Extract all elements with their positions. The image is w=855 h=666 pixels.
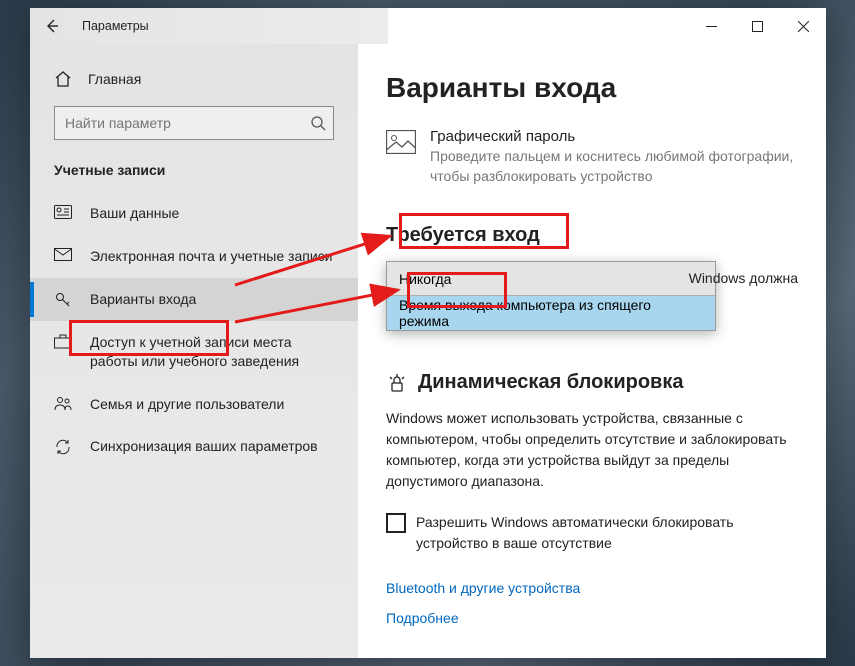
- require-signin-title: Требуется вход: [386, 224, 798, 247]
- sidebar-item-work-access[interactable]: Доступ к учетной записи места работы или…: [30, 321, 358, 383]
- picture-password-row[interactable]: Графический пароль Проведите пальцем и к…: [386, 128, 798, 186]
- maximize-button[interactable]: [734, 8, 780, 44]
- content-pane: Варианты входа Графический пароль Провед…: [358, 44, 826, 658]
- close-icon: [798, 21, 809, 32]
- sidebar-item-label: Варианты входа: [90, 290, 334, 309]
- maximize-icon: [752, 21, 763, 32]
- require-signin-desc-tail: Windows должна: [689, 270, 798, 286]
- sidebar-item-label: Ваши данные: [90, 204, 334, 223]
- back-button[interactable]: [30, 8, 74, 44]
- more-info-link[interactable]: Подробнее: [386, 610, 798, 626]
- page-title: Варианты входа: [386, 72, 798, 104]
- checkbox[interactable]: [386, 513, 406, 533]
- sidebar-item-your-info[interactable]: Ваши данные: [30, 192, 358, 235]
- sidebar-item-label: Доступ к учетной записи места работы или…: [90, 333, 334, 371]
- back-arrow-icon: [44, 18, 60, 34]
- dynamic-lock-icon: [386, 372, 408, 394]
- home-nav[interactable]: Главная: [30, 62, 358, 106]
- sidebar-item-family[interactable]: Семья и другие пользователи: [30, 383, 358, 426]
- desktop-background: Параметры Главная: [0, 0, 855, 666]
- sidebar: Главная Учетные записи Ваши данные Элект…: [30, 44, 358, 658]
- person-card-icon: [54, 205, 72, 219]
- dropdown-option-sleep[interactable]: Время выхода компьютера из спящего режим…: [387, 296, 715, 330]
- sidebar-item-label: Электронная почта и учетные записи: [90, 247, 334, 266]
- picture-password-title: Графический пароль: [430, 128, 798, 145]
- settings-window: Параметры Главная: [30, 8, 826, 658]
- picture-icon: [386, 130, 416, 154]
- dropdown-option-never[interactable]: Никогда: [387, 262, 715, 296]
- dynamic-lock-title: Динамическая блокировка: [418, 371, 683, 394]
- dynamic-lock-checkbox-row[interactable]: Разрешить Windows автоматически блокиров…: [386, 512, 798, 554]
- mail-icon: [54, 248, 72, 261]
- dynamic-lock-desc: Windows может использовать устройства, с…: [386, 408, 798, 492]
- sidebar-item-label: Семья и другие пользователи: [90, 395, 334, 414]
- sidebar-item-sync[interactable]: Синхронизация ваших параметров: [30, 425, 358, 468]
- picture-password-desc: Проведите пальцем и коснитесь любимой фо…: [430, 147, 798, 186]
- checkbox-label: Разрешить Windows автоматически блокиров…: [416, 512, 798, 554]
- minimize-button[interactable]: [688, 8, 734, 44]
- people-icon: [54, 396, 72, 411]
- home-icon: [54, 70, 72, 88]
- search-icon: [310, 115, 326, 131]
- search-input[interactable]: [54, 106, 334, 140]
- require-signin-dropdown[interactable]: Никогда Время выхода компьютера из спяще…: [386, 261, 716, 331]
- sidebar-section-header: Учетные записи: [30, 162, 358, 192]
- sidebar-item-label: Синхронизация ваших параметров: [90, 437, 334, 456]
- bluetooth-link[interactable]: Bluetooth и другие устройства: [386, 580, 798, 596]
- sidebar-item-email[interactable]: Электронная почта и учетные записи: [30, 235, 358, 278]
- close-button[interactable]: [780, 8, 826, 44]
- titlebar: Параметры: [30, 8, 826, 44]
- sidebar-item-signin-options[interactable]: Варианты входа: [30, 278, 358, 321]
- sync-icon: [54, 438, 72, 456]
- briefcase-icon: [54, 334, 72, 349]
- home-label: Главная: [88, 71, 141, 87]
- key-icon: [54, 291, 72, 309]
- minimize-icon: [706, 21, 717, 32]
- window-title: Параметры: [74, 19, 149, 33]
